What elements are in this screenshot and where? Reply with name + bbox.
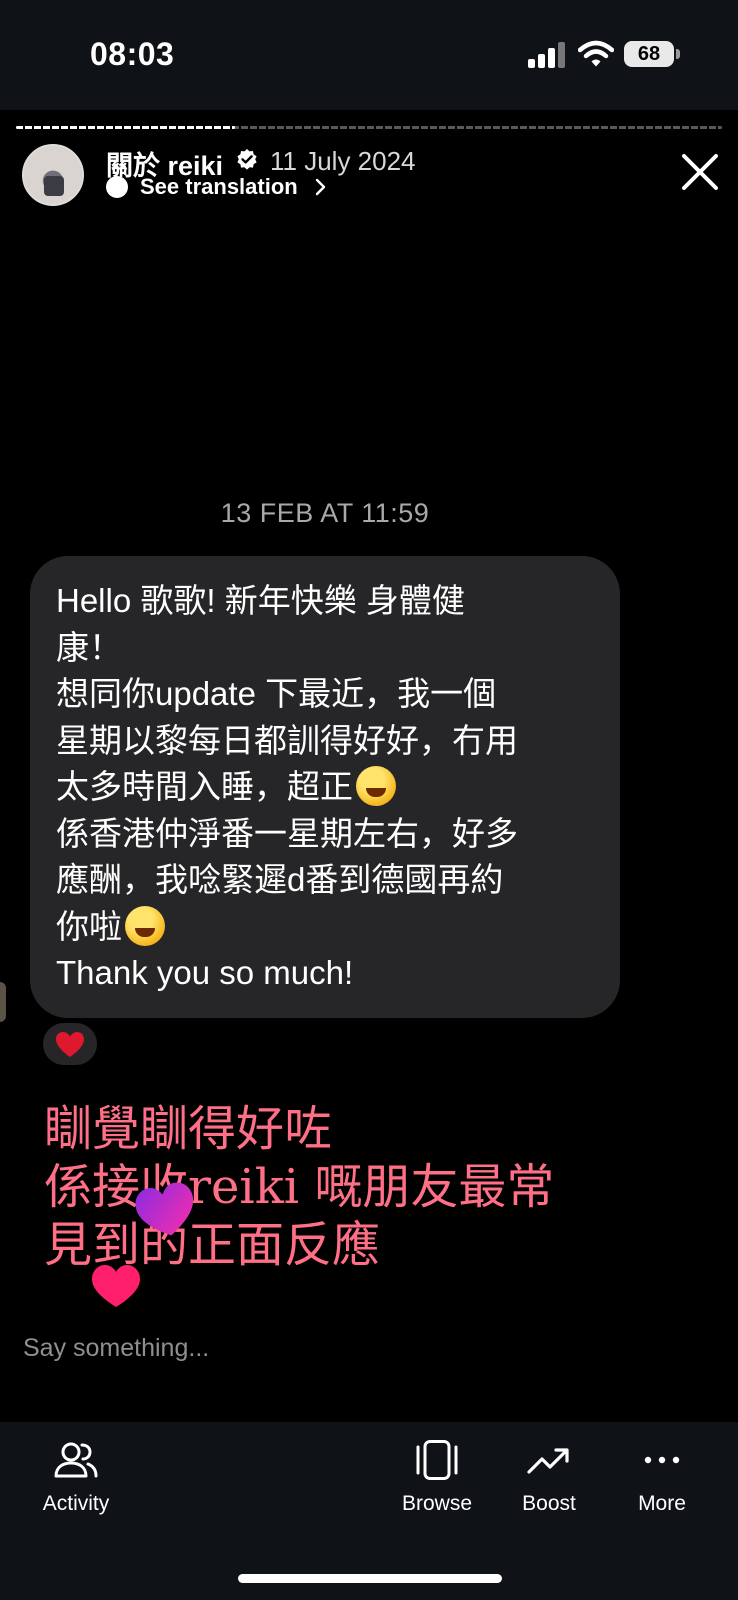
winking-face-emoji: [125, 905, 165, 946]
message-bubble: Hello 歌歌! 新年快樂 身體健 康！ 想同你update 下最近，我一個 …: [30, 556, 620, 1018]
status-bar: 08:03 68: [0, 0, 738, 110]
nav-boost[interactable]: Boost: [489, 1440, 609, 1516]
cellular-signal-icon: [528, 42, 568, 68]
nav-boost-label: Boost: [522, 1492, 576, 1515]
story-viewer[interactable]: 關於 reiki 11 July 2024 See translation 13…: [0, 110, 738, 1422]
chevron-right-icon: [315, 178, 326, 196]
message-line: Thank you so much!: [56, 954, 354, 991]
avatar[interactable]: [22, 144, 84, 206]
heart-icon: [56, 1032, 84, 1057]
nav-activity-label: Activity: [42, 1492, 110, 1515]
verified-badge-icon: [237, 149, 257, 170]
nav-browse-label: Browse: [401, 1492, 473, 1515]
status-time: 08:03: [90, 36, 175, 72]
home-indicator: [238, 1574, 502, 1583]
message-line: Hello 歌歌! 新年快樂 身體健: [56, 582, 465, 619]
translate-icon: [106, 176, 128, 198]
sender-avatar-edge: [0, 982, 6, 1022]
story-date: 11 July 2024: [270, 146, 416, 176]
message-reaction: [40, 1020, 100, 1068]
message-timestamp: 13 FEB AT 11:59: [220, 498, 430, 528]
message-line-with-emoji: 你啦: [56, 904, 596, 951]
overlay-line: 係接收reiki 嘅朋友最常: [44, 1159, 555, 1215]
browse-icon: [416, 1440, 458, 1480]
purple-heart-sticker: [135, 1182, 194, 1236]
nav-browse[interactable]: Browse: [377, 1440, 497, 1516]
message-line: 想同你update 下最近，我一個: [56, 675, 497, 712]
story-progress-segments: [16, 126, 722, 129]
nav-activity[interactable]: Activity: [16, 1440, 136, 1516]
story-progress-bar: [16, 126, 722, 129]
bottom-nav: Activity Browse Boost More: [0, 1422, 738, 1600]
comment-input[interactable]: Say something...: [23, 1334, 209, 1363]
close-icon[interactable]: [678, 150, 722, 194]
nav-more[interactable]: More: [602, 1440, 722, 1516]
wifi-icon: [578, 40, 614, 67]
battery-nub: [676, 49, 680, 59]
message-line: 康！: [56, 628, 122, 666]
battery-indicator: 68: [624, 41, 674, 67]
message-line: 應酬，我唸緊遲d番到德國再約: [56, 861, 504, 898]
more-icon: [644, 1456, 680, 1464]
trending-up-icon: [527, 1448, 569, 1474]
message-line: 你啦: [56, 907, 122, 945]
nav-more-label: More: [638, 1492, 686, 1515]
people-icon: [54, 1442, 98, 1478]
see-translation-link[interactable]: See translation: [140, 174, 298, 200]
message-line: 星期以黎每日都訓得好好，冇用: [56, 721, 518, 759]
overlay-line: 瞓覺瞓得好咗: [44, 1101, 333, 1157]
grinning-squinting-face-emoji: [356, 766, 396, 806]
story-overlay-text: 瞓覺瞓得好咗 係接收reiki 嘅朋友最常 見到的正面反應: [44, 1100, 554, 1274]
pink-heart-sticker: [92, 1265, 140, 1307]
message-line: 太多時間入睡，超正: [56, 768, 353, 805]
message-line-with-emoji: 太多時間入睡，超正: [56, 764, 596, 811]
message-line: 係香港仲淨番一星期左右，好多: [56, 814, 518, 852]
